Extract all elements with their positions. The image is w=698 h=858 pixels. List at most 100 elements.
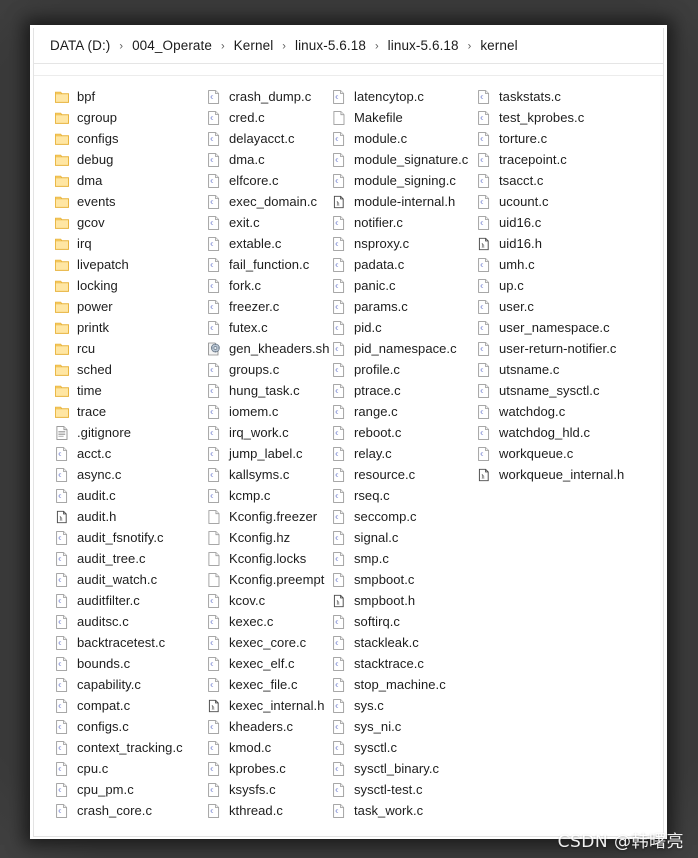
file-row[interactable]: c audit_watch.c <box>54 569 206 590</box>
file-row[interactable]: c hung_task.c <box>206 380 331 401</box>
file-row[interactable]: c module.c <box>331 128 476 149</box>
file-row[interactable]: c acct.c <box>54 443 206 464</box>
breadcrumb-item[interactable]: Kernel <box>232 37 276 54</box>
file-row[interactable]: c pid_namespace.c <box>331 338 476 359</box>
folder-row[interactable]: trace <box>54 401 206 422</box>
file-row[interactable]: c kmod.c <box>206 737 331 758</box>
file-row[interactable]: c elfcore.c <box>206 170 331 191</box>
file-row[interactable]: c sys_ni.c <box>331 716 476 737</box>
file-row[interactable]: c relay.c <box>331 443 476 464</box>
file-row[interactable]: c module_signing.c <box>331 170 476 191</box>
breadcrumb-item[interactable]: kernel <box>478 37 519 54</box>
folder-row[interactable]: power <box>54 296 206 317</box>
file-row[interactable]: c kexec.c <box>206 611 331 632</box>
file-row[interactable]: c signal.c <box>331 527 476 548</box>
folder-row[interactable]: printk <box>54 317 206 338</box>
file-row[interactable]: h workqueue_internal.h <box>476 464 656 485</box>
breadcrumb-item[interactable]: 004_Operate <box>130 37 214 54</box>
file-row[interactable]: c reboot.c <box>331 422 476 443</box>
file-row[interactable]: c umh.c <box>476 254 656 275</box>
file-row[interactable]: c stacktrace.c <box>331 653 476 674</box>
file-row[interactable]: c torture.c <box>476 128 656 149</box>
file-row[interactable]: c workqueue.c <box>476 443 656 464</box>
breadcrumb-item[interactable]: linux-5.6.18 <box>386 37 461 54</box>
file-row[interactable]: .gitignore <box>54 422 206 443</box>
file-row[interactable]: c panic.c <box>331 275 476 296</box>
file-row[interactable]: c configs.c <box>54 716 206 737</box>
file-row[interactable]: c dma.c <box>206 149 331 170</box>
file-row[interactable]: c exit.c <box>206 212 331 233</box>
breadcrumb[interactable]: DATA (D:) › 004_Operate › Kernel › linux-5.6.1… <box>48 37 520 54</box>
file-row[interactable]: c utsname_sysctl.c <box>476 380 656 401</box>
folder-row[interactable]: livepatch <box>54 254 206 275</box>
file-row[interactable]: c notifier.c <box>331 212 476 233</box>
file-row[interactable]: c async.c <box>54 464 206 485</box>
file-row[interactable]: c softirq.c <box>331 611 476 632</box>
file-row[interactable]: c bounds.c <box>54 653 206 674</box>
folder-row[interactable]: bpf <box>54 86 206 107</box>
file-row[interactable]: c irq_work.c <box>206 422 331 443</box>
file-row[interactable]: c capability.c <box>54 674 206 695</box>
file-row[interactable]: gen_kheaders.sh <box>206 338 331 359</box>
folder-row[interactable]: events <box>54 191 206 212</box>
file-row[interactable]: c smp.c <box>331 548 476 569</box>
folder-row[interactable]: time <box>54 380 206 401</box>
file-row[interactable]: c audit_fsnotify.c <box>54 527 206 548</box>
file-row[interactable]: c futex.c <box>206 317 331 338</box>
file-row[interactable]: c tracepoint.c <box>476 149 656 170</box>
file-row[interactable]: c kcmp.c <box>206 485 331 506</box>
file-row[interactable]: c test_kprobes.c <box>476 107 656 128</box>
file-row[interactable]: c sys.c <box>331 695 476 716</box>
file-row[interactable]: c uid16.c <box>476 212 656 233</box>
file-row[interactable]: c extable.c <box>206 233 331 254</box>
file-row[interactable]: c resource.c <box>331 464 476 485</box>
file-row[interactable]: c ucount.c <box>476 191 656 212</box>
file-row[interactable]: c exec_domain.c <box>206 191 331 212</box>
file-row[interactable]: c cred.c <box>206 107 331 128</box>
file-row[interactable]: h audit.h <box>54 506 206 527</box>
file-row[interactable]: c audit_tree.c <box>54 548 206 569</box>
file-row[interactable]: c audit.c <box>54 485 206 506</box>
file-row[interactable]: c user-return-notifier.c <box>476 338 656 359</box>
file-row[interactable]: c fail_function.c <box>206 254 331 275</box>
file-row[interactable]: Kconfig.hz <box>206 527 331 548</box>
file-row[interactable]: c watchdog_hld.c <box>476 422 656 443</box>
file-row[interactable]: c up.c <box>476 275 656 296</box>
file-row[interactable]: c sysctl_binary.c <box>331 758 476 779</box>
folder-row[interactable]: sched <box>54 359 206 380</box>
file-row[interactable]: c user.c <box>476 296 656 317</box>
file-row[interactable]: c auditfilter.c <box>54 590 206 611</box>
file-row[interactable]: c nsproxy.c <box>331 233 476 254</box>
file-row[interactable]: c groups.c <box>206 359 331 380</box>
file-row[interactable]: c kallsyms.c <box>206 464 331 485</box>
file-row[interactable]: c seccomp.c <box>331 506 476 527</box>
folder-row[interactable]: dma <box>54 170 206 191</box>
file-row[interactable]: c kheaders.c <box>206 716 331 737</box>
address-bar[interactable]: DATA (D:) › 004_Operate › Kernel › linux-5.6.1… <box>34 28 663 64</box>
folder-row[interactable]: cgroup <box>54 107 206 128</box>
folder-row[interactable]: gcov <box>54 212 206 233</box>
file-row[interactable]: c params.c <box>331 296 476 317</box>
file-row[interactable]: c ptrace.c <box>331 380 476 401</box>
folder-row[interactable]: rcu <box>54 338 206 359</box>
file-row[interactable]: Kconfig.freezer <box>206 506 331 527</box>
file-row[interactable]: h module-internal.h <box>331 191 476 212</box>
file-row[interactable]: Kconfig.locks <box>206 548 331 569</box>
file-row[interactable]: c kexec_core.c <box>206 632 331 653</box>
file-row[interactable]: c crash_dump.c <box>206 86 331 107</box>
file-row[interactable]: c padata.c <box>331 254 476 275</box>
file-row[interactable]: h kexec_internal.h <box>206 695 331 716</box>
file-row[interactable]: c latencytop.c <box>331 86 476 107</box>
file-row[interactable]: c freezer.c <box>206 296 331 317</box>
file-list-pane[interactable]: bpf cgroup configs debug dma events gcov irq liv… <box>34 76 663 835</box>
file-row[interactable]: c profile.c <box>331 359 476 380</box>
file-row[interactable]: c kthread.c <box>206 800 331 821</box>
folder-row[interactable]: locking <box>54 275 206 296</box>
file-row[interactable]: c cpu.c <box>54 758 206 779</box>
breadcrumb-item[interactable]: DATA (D:) <box>48 37 112 54</box>
file-row[interactable]: c pid.c <box>331 317 476 338</box>
file-row[interactable]: c kexec_elf.c <box>206 653 331 674</box>
file-row[interactable]: c kcov.c <box>206 590 331 611</box>
file-row[interactable]: c range.c <box>331 401 476 422</box>
breadcrumb-item[interactable]: linux-5.6.18 <box>293 37 368 54</box>
